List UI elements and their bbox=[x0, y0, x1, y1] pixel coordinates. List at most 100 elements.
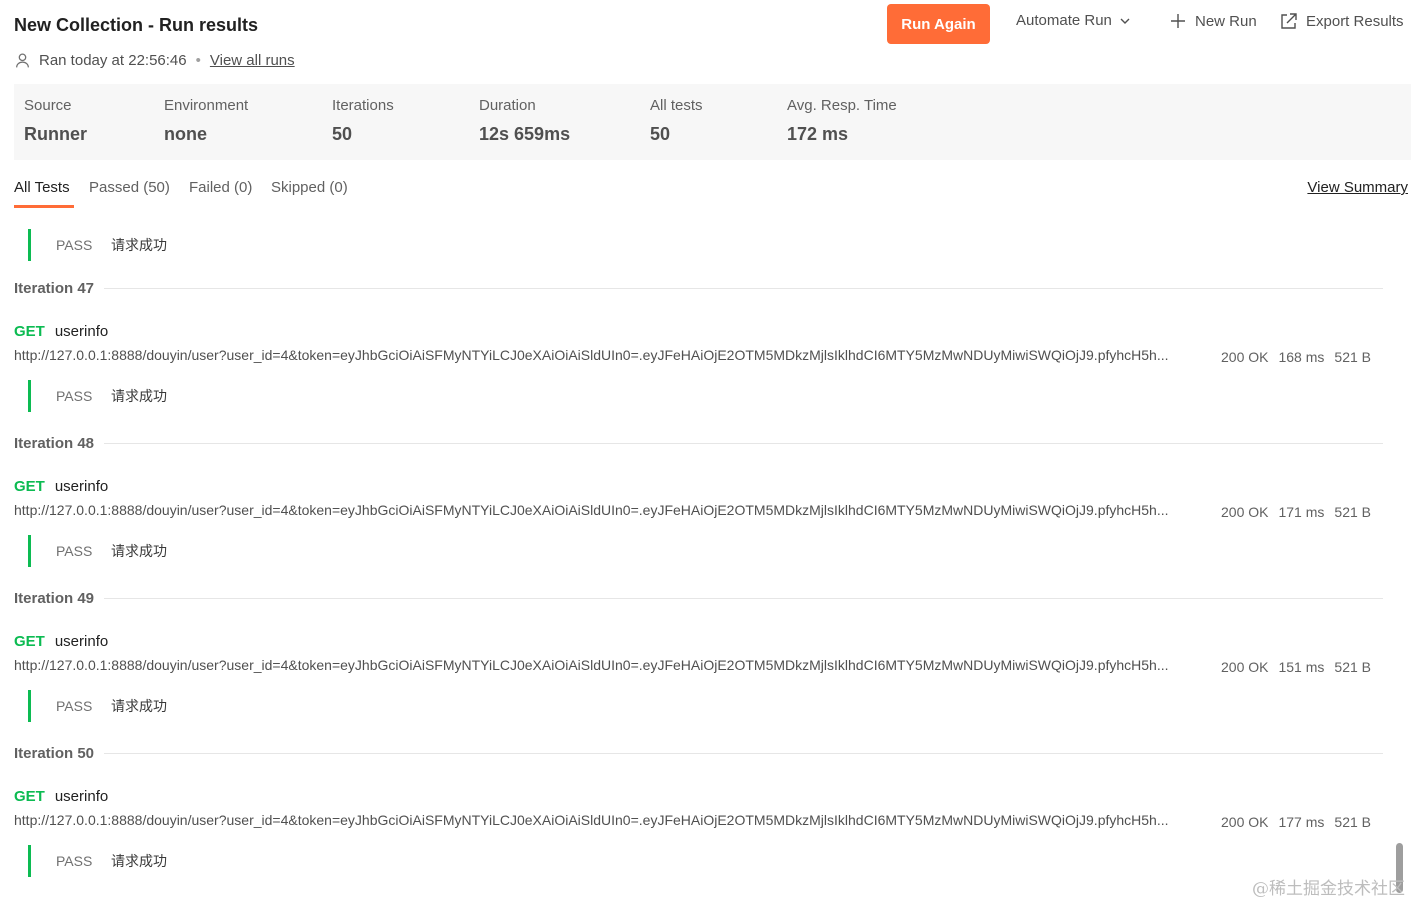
stat-value: 50 bbox=[650, 124, 671, 144]
stat-value: 12s 659ms bbox=[479, 124, 571, 144]
divider bbox=[104, 443, 1383, 444]
response-meta: 200 OK 177 ms 521 B bbox=[1221, 814, 1371, 830]
stat-avg-resp-time: Avg. Resp. Time 172 ms bbox=[787, 97, 897, 145]
request-url[interactable]: http://127.0.0.1:8888/douyin/user?user_i… bbox=[14, 502, 1204, 518]
response-size: 521 B bbox=[1334, 659, 1371, 675]
stat-source: Source Runner bbox=[24, 97, 87, 145]
run-meta: Ran today at 22:56:46 • View all runs bbox=[14, 52, 295, 69]
test-name: 请求成功 bbox=[111, 388, 167, 404]
export-results-label: Export Results bbox=[1306, 13, 1404, 30]
response-time: 177 ms bbox=[1278, 814, 1325, 830]
test-name: 请求成功 bbox=[111, 543, 167, 559]
response-status: 200 OK bbox=[1221, 659, 1269, 675]
response-time: 168 ms bbox=[1278, 349, 1325, 365]
test-status: PASS bbox=[56, 853, 93, 869]
test-result: PASS 请求成功 bbox=[28, 229, 167, 261]
test-name: 请求成功 bbox=[111, 853, 167, 869]
tab-passed[interactable]: Passed (50) bbox=[89, 179, 170, 196]
user-icon bbox=[16, 53, 29, 68]
iteration-header: Iteration 49 bbox=[14, 590, 1383, 607]
export-icon bbox=[1281, 13, 1297, 29]
view-summary-link[interactable]: View Summary bbox=[1307, 179, 1408, 196]
iteration-header: Iteration 50 bbox=[14, 745, 1383, 762]
request-url[interactable]: http://127.0.0.1:8888/douyin/user?user_i… bbox=[14, 657, 1204, 673]
iteration-label: Iteration 50 bbox=[14, 745, 95, 762]
chevron-down-icon bbox=[1120, 18, 1130, 24]
request-name: userinfo bbox=[54, 478, 109, 495]
stat-value: Runner bbox=[24, 124, 87, 144]
iteration-header: Iteration 47 bbox=[14, 280, 1383, 297]
iteration-label: Iteration 48 bbox=[14, 435, 95, 452]
request-row[interactable]: GET userinfo bbox=[14, 478, 108, 495]
new-run-button[interactable]: New Run bbox=[1169, 12, 1257, 30]
results-list: PASS 请求成功 Iteration 47 GET userinfo http:… bbox=[0, 225, 1397, 903]
request-method: GET bbox=[14, 323, 45, 340]
request-name: userinfo bbox=[54, 788, 109, 805]
test-name: 请求成功 bbox=[111, 698, 167, 714]
response-meta: 200 OK 151 ms 521 B bbox=[1221, 659, 1371, 675]
test-status: PASS bbox=[56, 388, 93, 404]
automate-run-button[interactable]: Automate Run bbox=[1016, 12, 1131, 29]
stat-value: 50 bbox=[332, 124, 353, 144]
stat-value: 172 ms bbox=[787, 124, 849, 144]
iteration-label: Iteration 49 bbox=[14, 590, 95, 607]
request-url[interactable]: http://127.0.0.1:8888/douyin/user?user_i… bbox=[14, 347, 1204, 363]
ran-timestamp: Ran today at 22:56:46 bbox=[39, 52, 187, 69]
page-title: New Collection - Run results bbox=[14, 15, 259, 35]
stat-label: All tests bbox=[650, 97, 703, 114]
tab-all-tests[interactable]: All Tests bbox=[14, 179, 70, 196]
stat-duration: Duration 12s 659ms bbox=[479, 97, 570, 145]
response-status: 200 OK bbox=[1221, 349, 1269, 365]
response-status: 200 OK bbox=[1221, 504, 1269, 520]
stat-label: Avg. Resp. Time bbox=[787, 97, 897, 114]
stat-iterations: Iterations 50 bbox=[332, 97, 394, 145]
tab-skipped[interactable]: Skipped (0) bbox=[271, 179, 348, 196]
test-result: PASS 请求成功 bbox=[28, 535, 167, 567]
tab-failed[interactable]: Failed (0) bbox=[189, 179, 252, 196]
iteration-header: Iteration 48 bbox=[14, 435, 1383, 452]
run-again-button[interactable]: Run Again bbox=[887, 4, 990, 44]
stat-label: Iterations bbox=[332, 97, 394, 114]
stat-label: Duration bbox=[479, 97, 536, 114]
response-size: 521 B bbox=[1334, 349, 1371, 365]
automate-run-label: Automate Run bbox=[1016, 12, 1112, 29]
request-row[interactable]: GET userinfo bbox=[14, 323, 108, 340]
watermark: @稀土掘金技术社区 bbox=[1252, 879, 1405, 899]
response-size: 521 B bbox=[1334, 814, 1371, 830]
request-method: GET bbox=[14, 478, 45, 495]
divider bbox=[104, 753, 1383, 754]
test-status: PASS bbox=[56, 543, 93, 559]
request-method: GET bbox=[14, 633, 45, 650]
request-url[interactable]: http://127.0.0.1:8888/douyin/user?user_i… bbox=[14, 812, 1204, 828]
separator-dot: • bbox=[195, 52, 201, 69]
test-result: PASS 请求成功 bbox=[28, 380, 167, 412]
stat-value: none bbox=[164, 124, 207, 144]
stat-all-tests: All tests 50 bbox=[650, 97, 703, 145]
response-time: 171 ms bbox=[1278, 504, 1325, 520]
iteration-label: Iteration 47 bbox=[14, 280, 95, 297]
run-stats-panel: Source Runner Environment none Iteration… bbox=[14, 84, 1411, 160]
export-results-button[interactable]: Export Results bbox=[1279, 12, 1404, 31]
test-status: PASS bbox=[56, 237, 93, 253]
request-name: userinfo bbox=[54, 323, 109, 340]
stat-label: Source bbox=[24, 97, 72, 114]
response-meta: 200 OK 168 ms 521 B bbox=[1221, 349, 1371, 365]
request-name: userinfo bbox=[54, 633, 109, 650]
stat-environment: Environment none bbox=[164, 97, 248, 145]
response-meta: 200 OK 171 ms 521 B bbox=[1221, 504, 1371, 520]
new-run-label: New Run bbox=[1195, 12, 1257, 30]
response-size: 521 B bbox=[1334, 504, 1371, 520]
test-result: PASS 请求成功 bbox=[28, 690, 167, 722]
plus-icon bbox=[1171, 14, 1185, 28]
request-row[interactable]: GET userinfo bbox=[14, 788, 108, 805]
active-tab-indicator bbox=[14, 205, 74, 208]
request-row[interactable]: GET userinfo bbox=[14, 633, 108, 650]
view-all-runs-link[interactable]: View all runs bbox=[210, 52, 295, 69]
test-name: 请求成功 bbox=[111, 237, 167, 253]
response-time: 151 ms bbox=[1278, 659, 1325, 675]
request-method: GET bbox=[14, 788, 45, 805]
test-result: PASS 请求成功 bbox=[28, 845, 167, 877]
test-status: PASS bbox=[56, 698, 93, 714]
divider bbox=[104, 598, 1383, 599]
response-status: 200 OK bbox=[1221, 814, 1269, 830]
